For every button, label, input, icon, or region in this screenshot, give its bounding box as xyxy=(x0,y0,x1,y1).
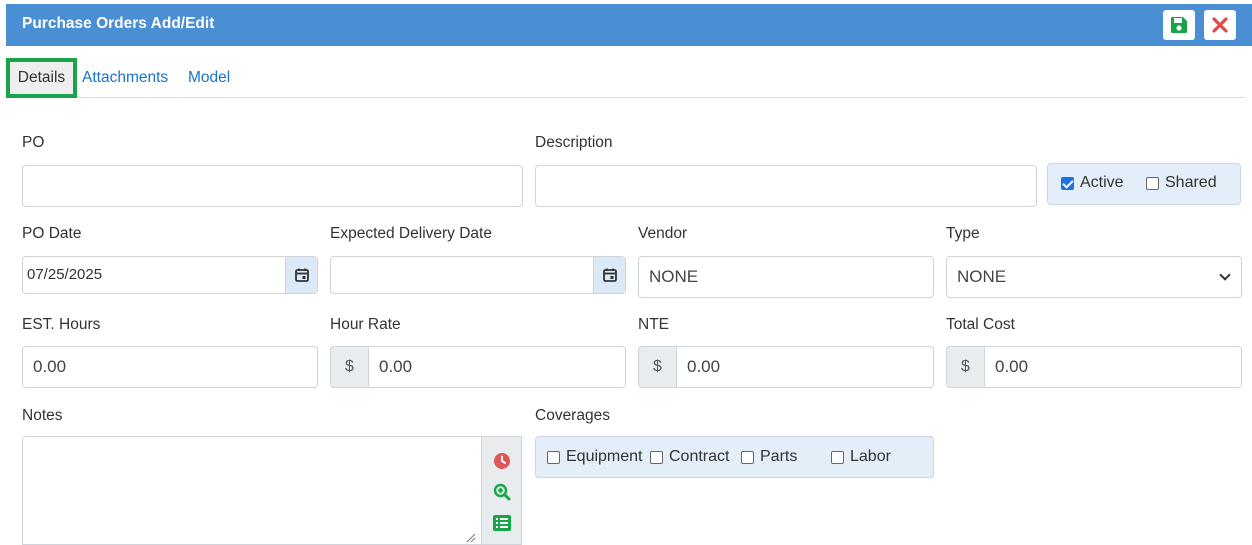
po-label: PO xyxy=(22,134,45,151)
vendor-label: Vendor xyxy=(638,225,688,242)
shared-checkbox-box[interactable] xyxy=(1146,176,1159,190)
active-label: Active xyxy=(1080,174,1124,191)
coverage-parts-box[interactable] xyxy=(741,450,754,464)
tab-attachments[interactable]: Attachments xyxy=(82,58,168,98)
tab-details[interactable]: Details xyxy=(6,58,77,98)
flags-group: Active Shared xyxy=(1047,163,1241,205)
hour-rate-label: Hour Rate xyxy=(330,316,401,333)
notes-toolbar xyxy=(482,436,522,545)
po-input[interactable] xyxy=(22,165,523,207)
clock-icon xyxy=(494,453,510,469)
nte-input[interactable]: 0.00 xyxy=(676,346,934,388)
po-date-value: 07/25/2025 xyxy=(27,266,103,283)
po-date-label: PO Date xyxy=(22,225,82,242)
hour-rate-input[interactable]: 0.00 xyxy=(368,346,626,388)
total-cost-label: Total Cost xyxy=(946,316,1015,333)
zoom-button[interactable] xyxy=(492,482,512,502)
timestamp-button[interactable] xyxy=(492,451,512,471)
coverage-contract-box[interactable] xyxy=(650,450,663,464)
save-icon xyxy=(1171,17,1187,33)
shared-checkbox[interactable]: Shared xyxy=(1146,174,1217,192)
coverage-labor-box[interactable] xyxy=(831,450,844,464)
coverage-equipment-label: Equipment xyxy=(566,448,643,465)
chevron-down-icon xyxy=(1219,269,1231,281)
active-checkbox-box[interactable] xyxy=(1061,176,1074,190)
total-cost-currency-addon: $ xyxy=(946,346,985,388)
tab-bar: Details Attachments Model xyxy=(6,58,1246,98)
expected-delivery-calendar-button[interactable] xyxy=(593,257,625,293)
window-title: Purchase Orders Add/Edit xyxy=(22,15,215,32)
po-date-calendar-button[interactable] xyxy=(285,257,317,293)
coverage-equipment-box[interactable] xyxy=(547,450,560,464)
nte-label: NTE xyxy=(638,316,669,333)
calendar-icon xyxy=(294,268,309,282)
notes-label: Notes xyxy=(22,407,63,424)
coverage-parts-checkbox[interactable]: Parts xyxy=(741,448,797,466)
active-checkbox[interactable]: Active xyxy=(1061,174,1124,192)
calendar-icon xyxy=(602,268,617,282)
coverage-contract-checkbox[interactable]: Contract xyxy=(650,448,729,466)
window-header: Purchase Orders Add/Edit xyxy=(6,4,1252,46)
notes-textarea[interactable] xyxy=(22,436,482,545)
close-button[interactable] xyxy=(1204,10,1236,40)
coverages-label: Coverages xyxy=(535,407,610,424)
tab-model[interactable]: Model xyxy=(188,58,230,98)
est-hours-label: EST. Hours xyxy=(22,316,101,333)
resize-handle-icon[interactable] xyxy=(466,533,476,543)
type-select[interactable]: NONE xyxy=(946,256,1242,298)
total-cost-input[interactable]: 0.00 xyxy=(984,346,1242,388)
expected-delivery-label: Expected Delivery Date xyxy=(330,225,492,242)
list-button[interactable] xyxy=(492,513,512,533)
description-input[interactable] xyxy=(535,165,1037,207)
list-icon xyxy=(493,515,511,531)
save-button[interactable] xyxy=(1163,10,1195,40)
hour-rate-currency-addon: $ xyxy=(330,346,369,388)
nte-currency-addon: $ xyxy=(638,346,677,388)
close-icon xyxy=(1212,17,1228,33)
description-label: Description xyxy=(535,134,613,151)
coverage-labor-label: Labor xyxy=(850,448,891,465)
coverage-parts-label: Parts xyxy=(760,448,798,465)
coverage-labor-checkbox[interactable]: Labor xyxy=(831,448,891,466)
coverage-contract-label: Contract xyxy=(669,448,730,465)
coverages-group: Equipment Contract Parts Labor xyxy=(535,436,934,478)
coverage-equipment-checkbox[interactable]: Equipment xyxy=(547,448,643,466)
expected-delivery-field[interactable] xyxy=(330,256,626,294)
type-selected-value: NONE xyxy=(957,267,1007,286)
vendor-input[interactable]: NONE xyxy=(638,256,934,298)
est-hours-input[interactable]: 0.00 xyxy=(22,346,318,388)
shared-label: Shared xyxy=(1165,174,1217,191)
zoom-in-icon xyxy=(493,483,511,501)
po-date-field[interactable]: 07/25/2025 xyxy=(22,256,318,294)
type-label: Type xyxy=(946,225,980,242)
